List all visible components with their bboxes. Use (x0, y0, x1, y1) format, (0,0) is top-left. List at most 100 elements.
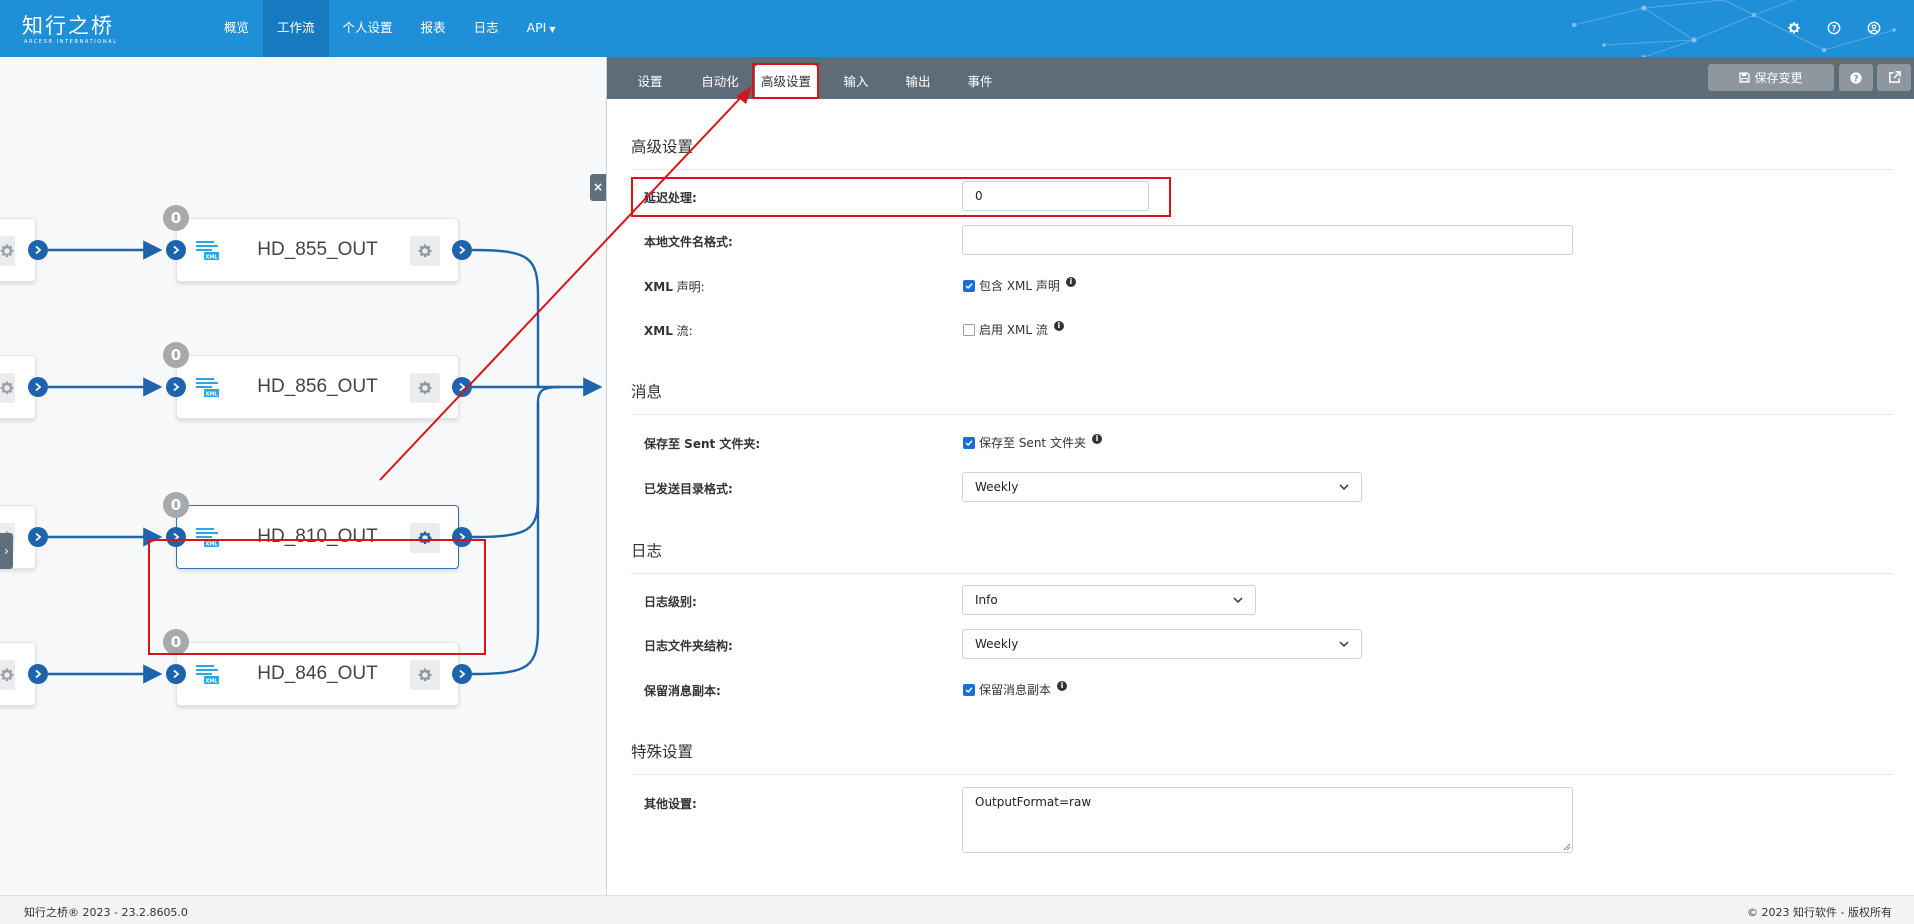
connector-node[interactable]: XML HD_856_OUT (176, 355, 459, 419)
output-port[interactable] (452, 377, 472, 397)
gear-icon[interactable] (0, 373, 15, 403)
delay-label: 延迟处理: (644, 191, 697, 205)
chevron-down-icon (1339, 641, 1349, 648)
xml-declaration-check-label: 包含 XML 声明 (979, 279, 1060, 293)
log-level-select[interactable]: Info (962, 585, 1256, 615)
local-filename-input[interactable] (962, 225, 1573, 255)
output-port[interactable] (452, 240, 472, 260)
checkbox-checked-icon[interactable] (963, 279, 975, 292)
xml-declaration-label: XML 声明: (644, 278, 705, 295)
keep-message-copy-checkbox[interactable]: 保留消息副本 i (963, 680, 1068, 698)
gear-icon[interactable] (1784, 18, 1804, 38)
tab-automation[interactable]: 自动化 (685, 65, 755, 99)
log-level-value: Info (975, 593, 998, 607)
help-icon[interactable]: ? (1824, 18, 1844, 38)
top-navbar: 知行之桥 ARCESB INTERNATIONAL 概览 工作流 个人设置 报表… (0, 0, 1914, 57)
nav-profile-label: 个人设置 (342, 20, 393, 35)
close-panel-button[interactable]: × (590, 174, 606, 201)
log-level-label: 日志级别: (644, 595, 697, 609)
footer-copyright: © 2023 知行软件 - 版权所有 (1747, 906, 1892, 919)
save-to-sent-label: 保存至 Sent 文件夹: (644, 437, 761, 451)
settings-tabbar: 设置 自动化 高级设置 输入 输出 事件 保存变更 ? (607, 57, 1914, 99)
keep-message-copy-check-label: 保留消息副本 (979, 683, 1052, 697)
delay-input[interactable]: 0 (962, 181, 1149, 211)
save-to-sent-checkbox[interactable]: 保存至 Sent 文件夹 i (963, 433, 1102, 451)
xml-stream-label-b: 流: (672, 324, 693, 338)
info-icon[interactable]: i (1053, 320, 1064, 331)
input-port[interactable] (166, 377, 186, 397)
tab-input[interactable]: 输入 (825, 65, 887, 99)
checkbox-unchecked-icon[interactable] (963, 323, 975, 336)
sent-dir-format-select[interactable]: Weekly (962, 472, 1362, 502)
gear-icon[interactable] (410, 660, 440, 690)
nav-logs-label: 日志 (473, 20, 499, 35)
tab-output[interactable]: 输出 (887, 65, 949, 99)
svg-text:?: ? (1853, 74, 1858, 84)
output-port[interactable] (452, 664, 472, 684)
gear-icon[interactable] (410, 236, 440, 266)
gear-icon[interactable] (0, 236, 15, 266)
local-filename-label: 本地文件名格式: (644, 235, 733, 249)
nav-workflow[interactable]: 工作流 (263, 0, 329, 57)
section-advanced-title: 高级设置 (631, 135, 1893, 170)
svg-text:?: ? (1832, 24, 1837, 33)
section-messages-title: 消息 (631, 380, 1893, 415)
highlight-box-node (148, 539, 486, 655)
xml-stream-label: XML 流: (644, 322, 693, 339)
log-folder-structure-label: 日志文件夹结构: (644, 639, 733, 653)
help-button[interactable]: ? (1839, 64, 1873, 91)
expand-sidebar-toggle[interactable]: › (0, 533, 13, 569)
open-external-button[interactable] (1877, 64, 1911, 91)
log-folder-structure-select[interactable]: Weekly (962, 629, 1362, 659)
tab-settings[interactable]: 设置 (615, 65, 685, 99)
output-port[interactable] (28, 664, 48, 684)
save-icon (1739, 72, 1751, 83)
xml-declaration-checkbox[interactable]: 包含 XML 声明 i (963, 276, 1076, 294)
footer: 知行之桥® 2023 - 23.2.8605.0 © 2023 知行软件 - 版… (0, 895, 1914, 924)
xml-stream-label-a: XML (644, 324, 673, 338)
connector-node[interactable]: XML HD_855_OUT (176, 218, 459, 282)
input-port[interactable] (166, 240, 186, 260)
external-link-icon (1888, 71, 1901, 83)
user-icon[interactable] (1864, 18, 1884, 38)
output-port[interactable] (28, 527, 48, 547)
gear-icon[interactable] (0, 660, 15, 690)
sent-dir-format-value: Weekly (975, 480, 1019, 494)
gear-icon[interactable] (410, 373, 440, 403)
xml-declaration-label-b: 声明: (672, 280, 705, 294)
log-folder-structure-value: Weekly (975, 637, 1019, 651)
input-port[interactable] (166, 664, 186, 684)
nav-workflow-label: 工作流 (277, 20, 315, 35)
section-logging-title: 日志 (631, 539, 1893, 574)
save-changes-button[interactable]: 保存变更 (1708, 64, 1834, 91)
connection-lines (48, 240, 603, 684)
checkbox-checked-icon[interactable] (963, 436, 975, 449)
connector-settings-panel: 设置 自动化 高级设置 输入 输出 事件 保存变更 ? 高级设置 延迟处理: 0… (606, 57, 1914, 895)
other-settings-label: 其他设置: (644, 797, 697, 811)
chevron-down-icon (1233, 597, 1243, 604)
brand-logo[interactable]: 知行之桥 ARCESB INTERNATIONAL (22, 10, 116, 45)
nav-overview[interactable]: 概览 (210, 0, 263, 57)
sent-dir-format-label: 已发送目录格式: (644, 482, 733, 496)
nav-logs[interactable]: 日志 (460, 0, 513, 57)
message-count-badge: 0 (163, 205, 189, 231)
tab-events[interactable]: 事件 (949, 65, 1011, 99)
info-icon[interactable]: i (1065, 276, 1076, 287)
keep-message-copy-label: 保留消息副本: (644, 684, 721, 698)
resize-grip-icon[interactable] (1563, 843, 1571, 851)
nav-reports[interactable]: 报表 (407, 0, 460, 57)
output-port[interactable] (28, 240, 48, 260)
nav-api[interactable]: API ▼ (513, 0, 570, 57)
info-icon[interactable]: i (1091, 433, 1102, 444)
help-icon: ? (1850, 71, 1862, 84)
checkbox-checked-icon[interactable] (963, 683, 975, 696)
nav-overview-label: 概览 (224, 20, 250, 35)
xml-stream-checkbox[interactable]: 启用 XML 流 i (963, 320, 1064, 338)
info-icon[interactable]: i (1057, 680, 1068, 691)
xml-declaration-label-a: XML (644, 280, 673, 294)
nav-profile[interactable]: 个人设置 (329, 0, 407, 57)
output-port[interactable] (28, 377, 48, 397)
other-settings-textarea[interactable]: OutputFormat=raw (962, 787, 1573, 853)
xml-stream-check-label: 启用 XML 流 (979, 323, 1048, 337)
workflow-canvas[interactable]: XML HD_855_OUT 0 XML HD_856_OUT 0 XML HD… (0, 57, 606, 895)
